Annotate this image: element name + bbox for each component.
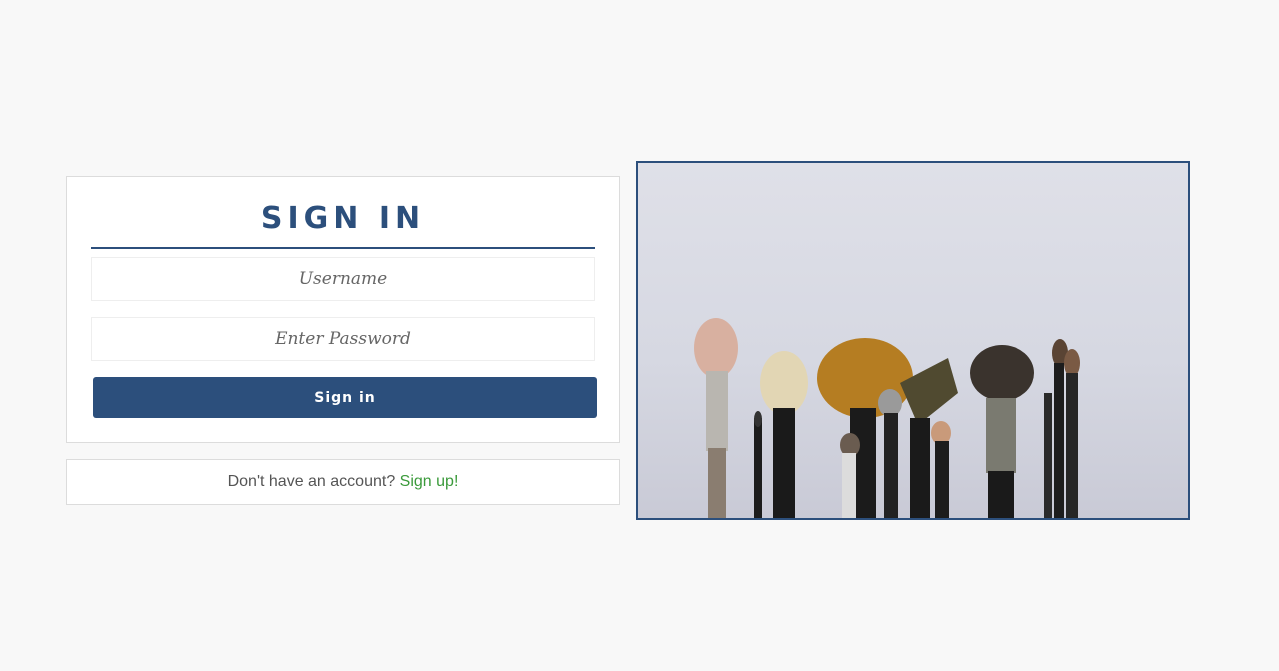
signup-prompt: Don't have an account? (227, 473, 396, 490)
title-divider (91, 247, 595, 249)
username-input[interactable] (91, 257, 595, 301)
signup-link[interactable]: Sign up! (400, 473, 459, 490)
page-title: SIGN IN (260, 201, 426, 236)
makeup-brushes-image (636, 161, 1190, 520)
signup-card: Don't have an account? Sign up! (66, 459, 620, 505)
signin-card: SIGN IN Sign in (66, 176, 620, 443)
brushes-illustration (694, 318, 1080, 518)
password-input[interactable] (91, 317, 595, 361)
signin-button[interactable]: Sign in (93, 377, 597, 418)
